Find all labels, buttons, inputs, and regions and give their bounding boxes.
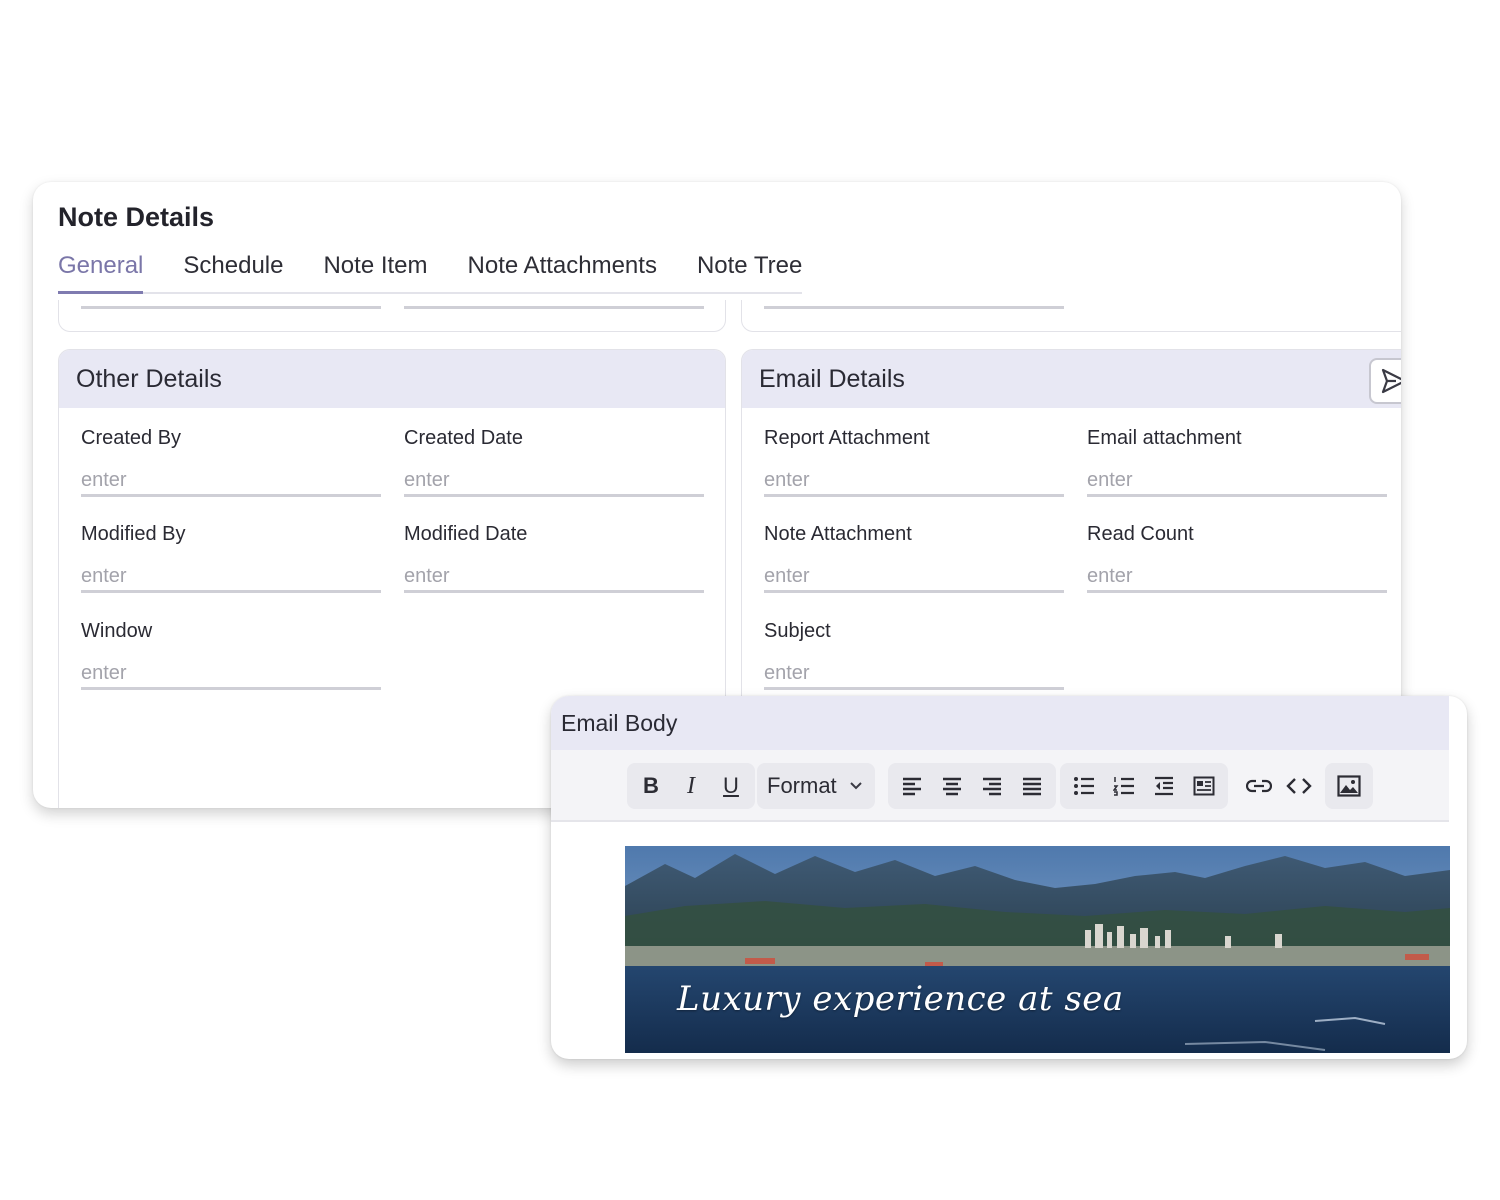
align-right-icon [983, 777, 1001, 796]
align-center-button[interactable] [932, 766, 972, 806]
insert-image-button[interactable] [1329, 766, 1369, 806]
insert-group [1235, 763, 1323, 809]
outdent-button[interactable] [1144, 766, 1184, 806]
indent-button[interactable] [1184, 766, 1224, 806]
tab-schedule[interactable]: Schedule [183, 252, 283, 292]
underline-button[interactable]: U [711, 766, 751, 806]
alignment-group [888, 763, 1056, 809]
created-date-input[interactable] [404, 467, 704, 497]
page-title: Note Details [58, 202, 215, 232]
note-attachment-field: Note Attachment [764, 523, 1064, 593]
align-left-button[interactable] [892, 766, 932, 806]
previous-section-right [741, 300, 1401, 332]
align-justify-button[interactable] [1012, 766, 1052, 806]
image-icon [1337, 775, 1361, 797]
window-input[interactable] [81, 660, 381, 690]
chevron-down-icon [849, 782, 862, 790]
send-icon [1381, 368, 1401, 394]
modified-date-input[interactable] [404, 563, 704, 593]
other-details-header: Other Details [59, 350, 725, 408]
format-label: Format [767, 773, 837, 798]
format-dropdown[interactable]: Format [761, 764, 869, 808]
text-style-group: B I U [627, 763, 755, 809]
previous-section-left [58, 300, 726, 332]
created-by-field: Created By [81, 427, 381, 497]
editor-toolbar: B I U Format [551, 750, 1449, 822]
align-right-button[interactable] [972, 766, 1012, 806]
input-underline [81, 306, 381, 309]
input-underline [764, 306, 1064, 309]
field-label: Report Attachment [764, 427, 930, 449]
align-justify-icon [1023, 777, 1041, 796]
field-label: Modified Date [404, 523, 528, 545]
field-label: Window [81, 620, 153, 642]
email-attachment-input[interactable] [1087, 467, 1387, 497]
harbor-photo [625, 846, 1450, 1053]
hero-caption: Luxury experience at sea [677, 979, 1124, 1019]
field-label: Email attachment [1087, 427, 1242, 449]
report-attachment-field: Report Attachment [764, 427, 1064, 497]
field-label: Read Count [1087, 523, 1194, 545]
tab-note-tree[interactable]: Note Tree [697, 252, 802, 292]
modified-date-field: Modified Date [404, 523, 704, 593]
image-group [1325, 763, 1373, 809]
field-label: Created By [81, 427, 182, 449]
email-hero-image[interactable]: Luxury experience at sea [625, 846, 1450, 1053]
bullet-list-button[interactable] [1064, 766, 1104, 806]
code-icon [1286, 778, 1312, 794]
input-underline [404, 306, 704, 309]
tab-note-attachments[interactable]: Note Attachments [468, 252, 657, 292]
link-icon [1246, 779, 1272, 793]
note-attachment-input[interactable] [764, 563, 1064, 593]
created-date-field: Created Date [404, 427, 704, 497]
list-group [1060, 763, 1228, 809]
field-label: Modified By [81, 523, 186, 545]
subject-input[interactable] [764, 660, 1064, 690]
field-label: Subject [764, 620, 831, 642]
align-left-icon [903, 777, 921, 796]
italic-button[interactable]: I [671, 766, 711, 806]
align-center-icon [943, 777, 961, 796]
numbered-list-button[interactable] [1104, 766, 1144, 806]
field-label: Note Attachment [764, 523, 912, 545]
created-by-input[interactable] [81, 467, 381, 497]
read-count-field: Read Count [1087, 523, 1387, 593]
email-attachment-field: Email attachment [1087, 427, 1387, 497]
report-attachment-input[interactable] [764, 467, 1064, 497]
link-button[interactable] [1239, 766, 1279, 806]
outdent-icon [1155, 776, 1173, 796]
numbered-list-icon [1113, 777, 1134, 796]
email-details-header: Email Details [742, 350, 1401, 408]
tab-bar: General Schedule Note Item Note Attachme… [58, 252, 803, 294]
modified-by-input[interactable] [81, 563, 381, 593]
format-group: Format [757, 763, 875, 809]
send-button[interactable] [1369, 358, 1401, 404]
code-button[interactable] [1279, 766, 1319, 806]
bold-button[interactable]: B [631, 766, 671, 806]
modified-by-field: Modified By [81, 523, 381, 593]
indent-icon [1193, 776, 1215, 796]
email-body-header: Email Body [551, 696, 1449, 750]
email-body-card: Email Body B I U Format Luxury experienc… [551, 696, 1467, 1059]
bullet-list-icon [1074, 777, 1094, 795]
field-label: Created Date [404, 427, 523, 449]
read-count-input[interactable] [1087, 563, 1387, 593]
subject-field: Subject [764, 620, 1064, 690]
window-field: Window [81, 620, 381, 690]
tab-note-item[interactable]: Note Item [323, 252, 427, 292]
tab-general[interactable]: General [58, 252, 144, 294]
